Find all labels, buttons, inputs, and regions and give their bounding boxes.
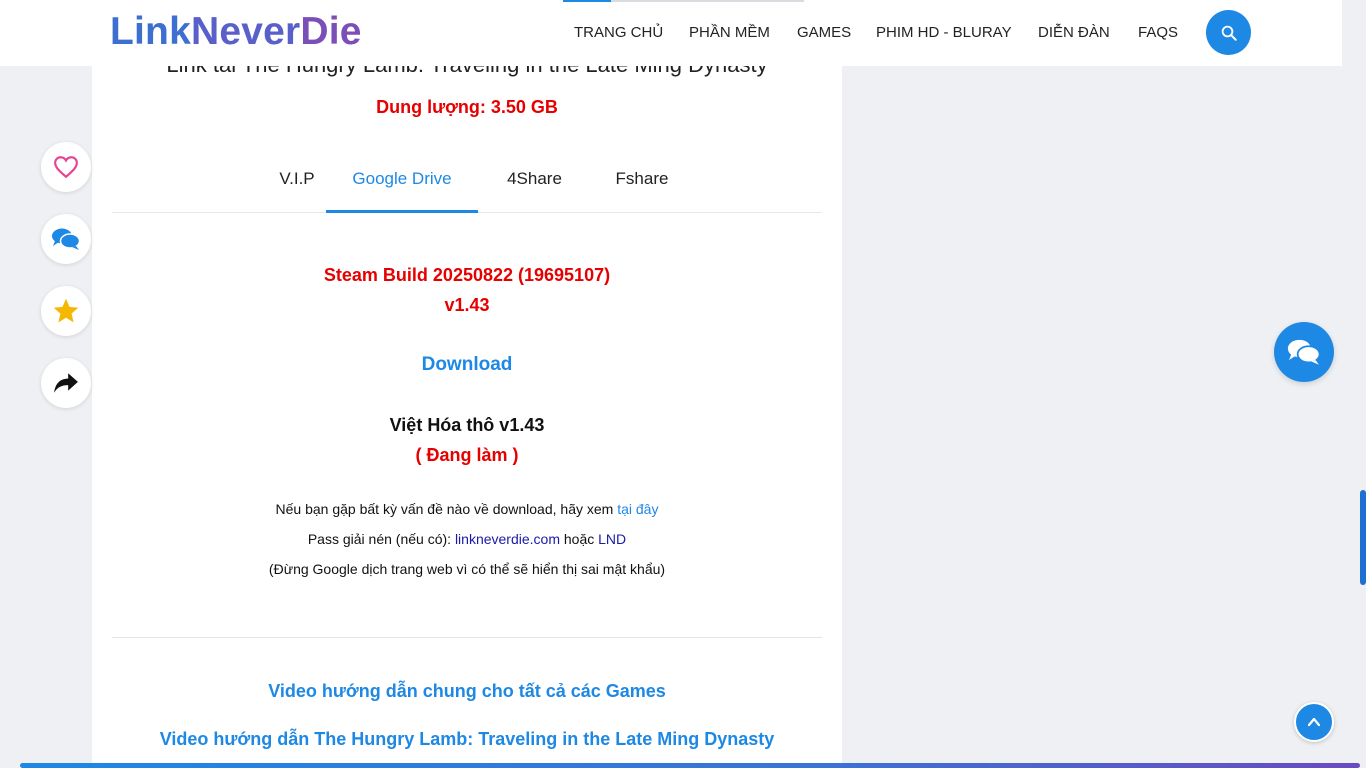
back-to-top-button[interactable] (1294, 702, 1334, 742)
nav-faqs[interactable]: FAQS (1138, 24, 1178, 41)
download-link[interactable]: Download (422, 354, 513, 375)
chevron-up-icon (1307, 717, 1321, 727)
heart-icon (54, 156, 78, 179)
nav-home[interactable]: TRANG CHỦ (574, 24, 663, 41)
site-logo[interactable]: LinkNeverDie (110, 10, 362, 54)
scrollbar-thumb[interactable] (1360, 490, 1366, 585)
tab-vip[interactable]: V.I.P (257, 150, 337, 213)
version-label: v1.43 (444, 295, 490, 315)
nav-software[interactable]: PHẦN MỀM (689, 24, 770, 41)
tab-4share[interactable]: 4Share (492, 150, 577, 213)
divider (112, 637, 822, 638)
nav-movies[interactable]: PHIM HD - BLURAY (876, 24, 1012, 41)
search-button[interactable] (1206, 10, 1251, 55)
video-general-link[interactable]: Video hướng dẫn chung cho tất cả các Gam… (268, 681, 666, 701)
star-icon (53, 298, 79, 323)
help-line: Nếu bạn gặp bất kỳ vấn đề nào về downloa… (92, 501, 842, 517)
share-button[interactable] (41, 358, 91, 408)
scrollbar-track[interactable] (1358, 0, 1366, 768)
password-line: Pass giải nén (nếu có): linkneverdie.com… (92, 531, 842, 547)
comments-icon (52, 228, 81, 250)
file-size: Dung lượng: 3.50 GB (376, 97, 558, 117)
site-header: LinkNeverDie TRANG CHỦ PHẦN MỀM GAMES PH… (0, 0, 1342, 66)
build-label: Steam Build 20250822 (19695107) (323, 265, 611, 285)
like-button[interactable] (41, 142, 91, 192)
video-specific-link[interactable]: Video hướng dẫn The Hungry Lamb: Traveli… (160, 729, 775, 749)
search-icon (1221, 25, 1237, 41)
tab-google-drive[interactable]: Google Drive (326, 150, 478, 213)
password-value-1: linkneverdie.com (454, 531, 560, 547)
reading-progress-bar (20, 763, 1360, 768)
nav-indicator (563, 0, 611, 2)
help-text: Nếu bạn gặp bất kỳ vấn đề nào về downloa… (275, 501, 614, 517)
host-tabs: V.I.P Google Drive 4Share Fshare (112, 150, 822, 213)
nav-forum[interactable]: DIỄN ĐÀN (1038, 24, 1110, 41)
password-text: Pass giải nén (nếu có): (307, 531, 452, 547)
nav-games[interactable]: GAMES (797, 24, 851, 41)
chat-button[interactable] (1274, 322, 1334, 382)
rate-button[interactable] (41, 286, 91, 336)
translate-warning: (Đừng Google dịch trang web vì có thể sẽ… (268, 561, 666, 577)
comments-button[interactable] (41, 214, 91, 264)
chat-icon (1287, 339, 1321, 365)
download-card: Link tải The Hungry Lamb: Traveling in t… (92, 0, 842, 768)
tab-fshare[interactable]: Fshare (602, 150, 682, 213)
nav-indicator-track (611, 0, 804, 2)
status-label: ( Đang làm ) (415, 445, 519, 465)
help-link[interactable]: tại đây (617, 501, 658, 517)
viet-hoa-label: Việt Hóa thô v1.43 (389, 415, 545, 435)
password-or: hoặc (563, 531, 595, 547)
password-value-2: LND (598, 531, 627, 547)
share-icon (54, 373, 78, 393)
